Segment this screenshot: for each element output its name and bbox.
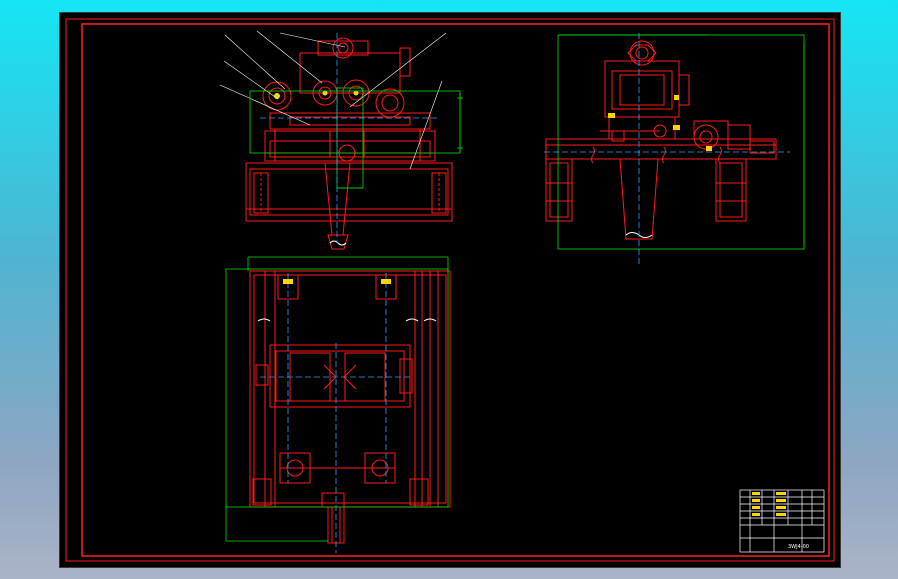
front-view-dimensions: [249, 87, 463, 189]
side-view-centerlines: [544, 33, 790, 265]
front-view-centerlines: [260, 33, 440, 243]
cad-drawing: 3WJ4-00: [65, 18, 835, 562]
drawing-number: 3WJ4-00: [788, 544, 809, 550]
side-view: [545, 40, 777, 240]
plan-view-accents: [283, 279, 391, 284]
side-view-accents: [608, 95, 712, 151]
cad-viewport[interactable]: 3WJ4-00: [59, 12, 841, 568]
plan-view-centerlines: [260, 273, 410, 553]
side-view-dimensions: [557, 34, 805, 250]
plan-view: [249, 270, 451, 544]
front-view: [219, 30, 453, 250]
